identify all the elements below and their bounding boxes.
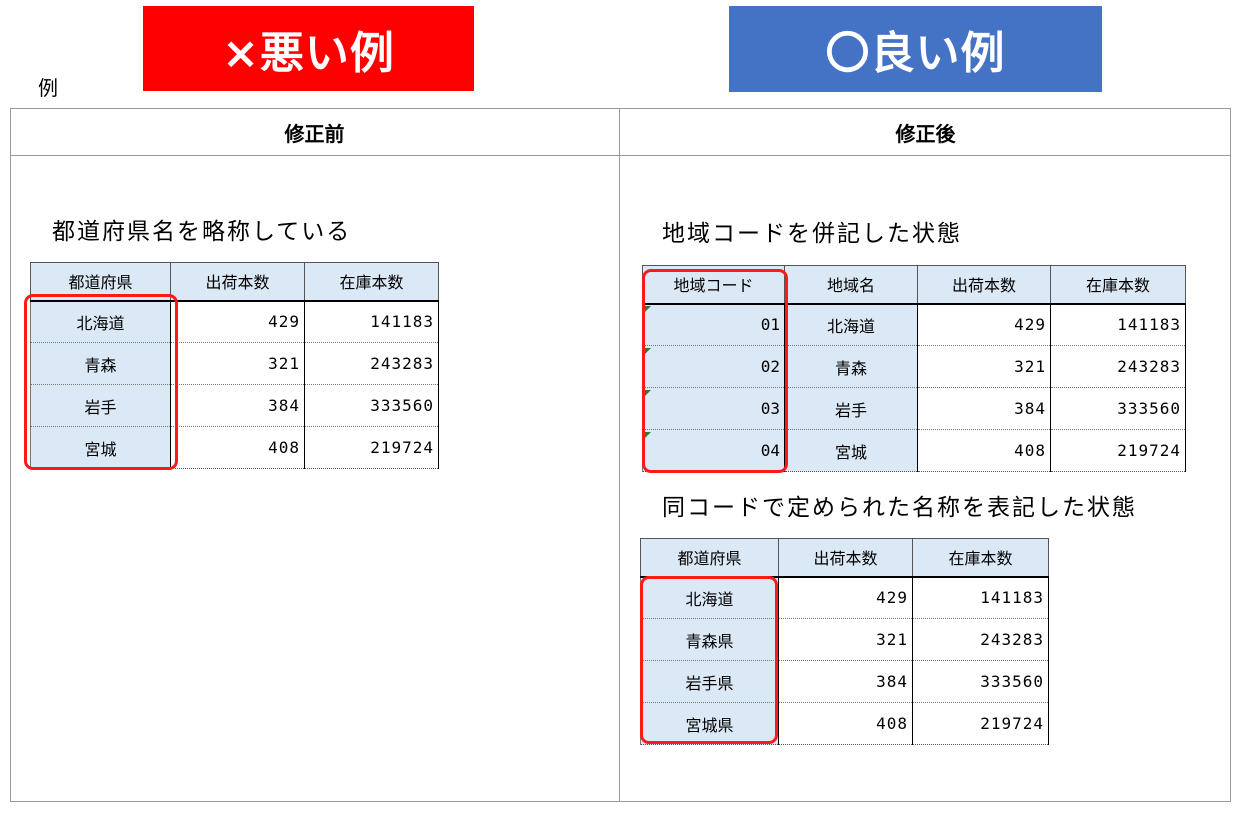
- column-header: 都道府県: [640, 538, 779, 578]
- column-header: 出荷本数: [778, 538, 913, 578]
- stock-cell: 333560: [304, 384, 439, 427]
- stock-cell: 219724: [912, 702, 1049, 745]
- shipped-cell: 408: [170, 426, 305, 469]
- column-header: 在庫本数: [912, 538, 1049, 578]
- column-header: 在庫本数: [1050, 265, 1186, 305]
- after-name-caption: 同コードで定められた名称を表記した状態: [662, 495, 1137, 521]
- stock-cell: 141183: [912, 576, 1049, 619]
- region-name-cell: 青森: [784, 345, 918, 388]
- after-code-caption: 地域コードを併記した状態: [662, 221, 962, 247]
- before-header: 修正前: [284, 121, 345, 146]
- highlight-box-name: [640, 576, 778, 744]
- shipped-cell: 408: [917, 429, 1051, 472]
- stock-cell: 219724: [304, 426, 439, 469]
- good-example-banner: 〇良い例: [729, 6, 1102, 92]
- column-header: 出荷本数: [170, 262, 305, 302]
- shipped-cell: 408: [778, 702, 913, 745]
- bad-example-banner: ×悪い例: [143, 6, 474, 91]
- stock-cell: 141183: [1050, 303, 1186, 346]
- shipped-cell: 429: [778, 576, 913, 619]
- stock-cell: 333560: [912, 660, 1049, 703]
- shipped-cell: 429: [917, 303, 1051, 346]
- shipped-cell: 384: [778, 660, 913, 703]
- before-caption: 都道府県名を略称している: [52, 219, 352, 245]
- region-name-cell: 宮城: [784, 429, 918, 472]
- stock-cell: 333560: [1050, 387, 1186, 430]
- column-header: 在庫本数: [304, 262, 439, 302]
- shipped-cell: 384: [170, 384, 305, 427]
- column-divider: [619, 108, 620, 802]
- stock-cell: 219724: [1050, 429, 1186, 472]
- header-divider: [10, 155, 1231, 156]
- after-header: 修正後: [895, 121, 956, 146]
- shipped-cell: 321: [778, 618, 913, 661]
- example-label: 例: [38, 76, 58, 100]
- column-header: 地域名: [784, 265, 918, 305]
- region-name-cell: 岩手: [784, 387, 918, 430]
- region-name-cell: 北海道: [784, 303, 918, 346]
- highlight-box-before: [24, 294, 178, 470]
- shipped-cell: 384: [917, 387, 1051, 430]
- shipped-cell: 321: [917, 345, 1051, 388]
- shipped-cell: 429: [170, 300, 305, 343]
- stock-cell: 243283: [912, 618, 1049, 661]
- stock-cell: 243283: [1050, 345, 1186, 388]
- column-header: 出荷本数: [917, 265, 1051, 305]
- stock-cell: 141183: [304, 300, 439, 343]
- highlight-box-code: [642, 269, 788, 473]
- shipped-cell: 321: [170, 342, 305, 385]
- stock-cell: 243283: [304, 342, 439, 385]
